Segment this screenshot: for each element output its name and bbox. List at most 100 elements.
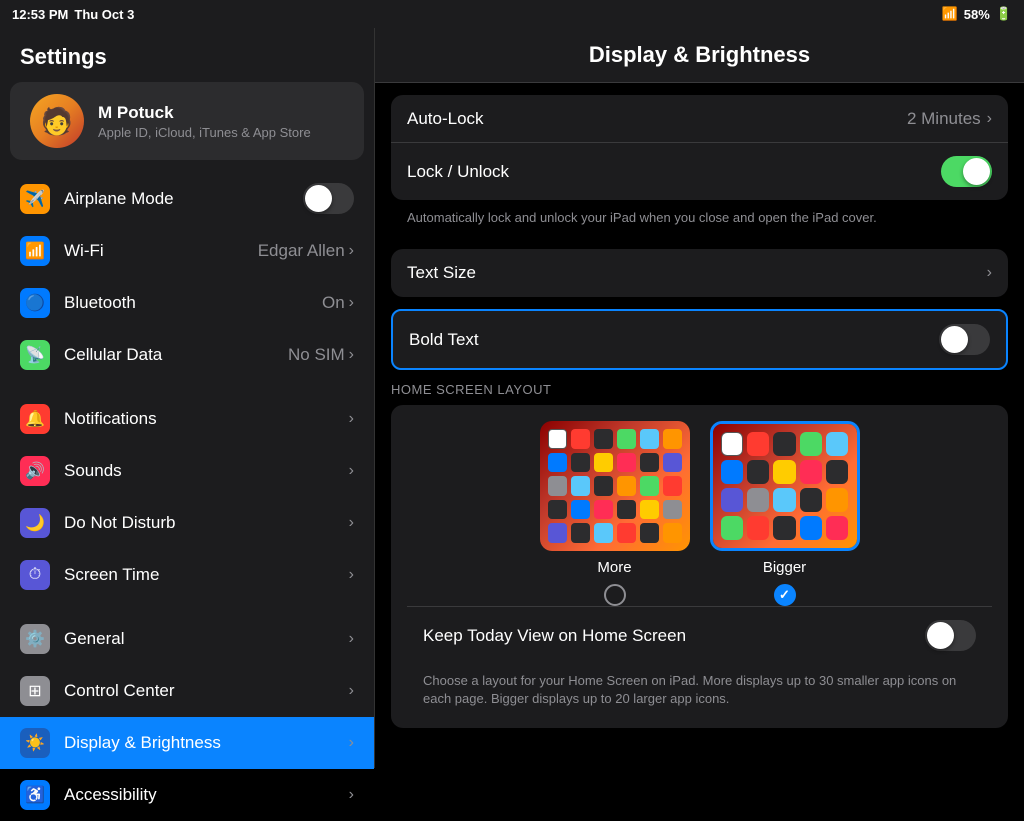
profile-info: M Potuck Apple ID, iCloud, iTunes & App … — [98, 103, 311, 140]
sidebar-item-sounds[interactable]: 🔊 Sounds › — [0, 445, 374, 497]
profile-section[interactable]: 🧑 M Potuck Apple ID, iCloud, iTunes & Ap… — [10, 82, 364, 160]
sidebar-item-general[interactable]: ⚙️ General › — [0, 613, 374, 665]
layout-preview-bigger — [710, 421, 860, 551]
chevron-icon-textsize: › — [987, 264, 992, 282]
status-left: 12:53 PM Thu Oct 3 — [12, 7, 134, 22]
chevron-icon-bluetooth: › — [349, 294, 354, 312]
layout-icons-bigger — [713, 424, 857, 548]
sidebar-item-value-cellular: No SIM — [288, 345, 345, 365]
battery-icon: 🔋 — [996, 6, 1012, 22]
textsize-row[interactable]: Text Size › — [391, 249, 1008, 297]
keep-today-toggle-knob — [927, 622, 954, 649]
sidebar-section-notifications: 🔔 Notifications › 🔊 Sounds › 🌙 Do Not Di… — [0, 393, 374, 601]
chevron-icon-autolock: › — [987, 110, 992, 128]
layout-option-more[interactable]: More — [540, 421, 690, 606]
sidebar-item-label-wifi: Wi-Fi — [64, 241, 258, 261]
boldtext-label: Bold Text — [409, 330, 939, 350]
sidebar-item-label-cellular: Cellular Data — [64, 345, 288, 365]
sidebar-item-value-wifi: Edgar Allen — [258, 241, 345, 261]
main-content: Display & Brightness Auto-Lock 2 Minutes… — [375, 0, 1024, 768]
layout-preview-more — [540, 421, 690, 551]
keep-today-toggle[interactable] — [925, 620, 976, 651]
home-screen-section-label: HOME SCREEN LAYOUT — [375, 382, 1024, 405]
layout-options: More Bigger — [407, 421, 992, 606]
status-right: 📶 58% 🔋 — [942, 6, 1012, 22]
content-area: Auto-Lock 2 Minutes › Lock / Unlock Auto… — [375, 95, 1024, 728]
sidebar-item-bluetooth[interactable]: 🔵 Bluetooth On › — [0, 277, 374, 329]
sidebar-item-label-airplane: Airplane Mode — [64, 189, 303, 209]
textsize-group: Text Size › — [391, 249, 1008, 297]
layout-label-bigger: Bigger — [763, 559, 806, 576]
time: 12:53 PM — [12, 7, 68, 22]
autolock-label: Auto-Lock — [407, 109, 907, 129]
chevron-icon-screentime: › — [349, 566, 354, 584]
lockunlock-note: Automatically lock and unlock your iPad … — [391, 204, 1008, 237]
sidebar-item-controlcenter[interactable]: ⊞ Control Center › — [0, 665, 374, 717]
lockunlock-toggle[interactable] — [941, 156, 992, 187]
chevron-icon-donotdisturb: › — [349, 514, 354, 532]
sidebar-item-airplane[interactable]: ✈️ Airplane Mode — [0, 172, 374, 225]
layout-radio-bigger[interactable] — [774, 584, 796, 606]
lockunlock-label: Lock / Unlock — [407, 162, 941, 182]
autolock-row[interactable]: Auto-Lock 2 Minutes › — [391, 95, 1008, 143]
keep-today-view-row[interactable]: Keep Today View on Home Screen — [407, 606, 992, 664]
layout-label-more: More — [597, 559, 631, 576]
battery-label: 58% — [964, 7, 990, 22]
sidebar-item-wifi[interactable]: 📶 Wi-Fi Edgar Allen › — [0, 225, 374, 277]
date: Thu Oct 3 — [74, 7, 134, 22]
airplane-toggle[interactable] — [303, 183, 354, 214]
layout-icons-more — [540, 421, 690, 551]
sidebar-item-notifications[interactable]: 🔔 Notifications › — [0, 393, 374, 445]
sidebar-item-label-sounds: Sounds — [64, 461, 349, 481]
wifi-icon: 📶 — [20, 236, 50, 266]
sidebar-item-donotdisturb[interactable]: 🌙 Do Not Disturb › — [0, 497, 374, 549]
general-icon: ⚙️ — [20, 624, 50, 654]
airplane-toggle-knob — [305, 185, 332, 212]
chevron-icon-accessibility: › — [349, 786, 354, 804]
avatar: 🧑 — [30, 94, 84, 148]
sidebar-item-label-notifications: Notifications — [64, 409, 349, 429]
layout-radio-more[interactable] — [604, 584, 626, 606]
boldtext-row[interactable]: Bold Text — [391, 309, 1008, 370]
sidebar-item-accessibility[interactable]: ♿ Accessibility › — [0, 769, 374, 821]
main-title: Display & Brightness — [589, 42, 810, 67]
layout-option-bigger[interactable]: Bigger — [710, 421, 860, 606]
autolock-group: Auto-Lock 2 Minutes › Lock / Unlock — [391, 95, 1008, 200]
lockunlock-row[interactable]: Lock / Unlock — [391, 143, 1008, 200]
sidebar-item-display[interactable]: ☀️ Display & Brightness › — [0, 717, 374, 769]
chevron-icon-general: › — [349, 630, 354, 648]
sidebar-section-system: ⚙️ General › ⊞ Control Center › ☀️ Displ… — [0, 613, 374, 821]
sidebar-item-label-accessibility: Accessibility — [64, 785, 349, 805]
sidebar-item-cellular[interactable]: 📡 Cellular Data No SIM › — [0, 329, 374, 381]
display-icon: ☀️ — [20, 728, 50, 758]
wifi-icon: 📶 — [942, 6, 958, 22]
chevron-icon-cellular: › — [349, 346, 354, 364]
sidebar-item-screentime[interactable]: ⏱ Screen Time › — [0, 549, 374, 601]
status-bar: 12:53 PM Thu Oct 3 📶 58% 🔋 — [0, 0, 1024, 28]
sidebar-item-value-bluetooth: On — [322, 293, 345, 313]
boldtext-toggle[interactable] — [939, 324, 990, 355]
chevron-icon-sounds: › — [349, 462, 354, 480]
chevron-icon-notifications: › — [349, 410, 354, 428]
sidebar-item-label-bluetooth: Bluetooth — [64, 293, 322, 313]
sidebar-title: Settings — [0, 28, 374, 82]
layout-note: Choose a layout for your Home Screen on … — [407, 664, 992, 712]
main-header: Display & Brightness — [375, 28, 1024, 83]
sidebar-item-label-screentime: Screen Time — [64, 565, 349, 585]
sounds-icon: 🔊 — [20, 456, 50, 486]
profile-subtitle: Apple ID, iCloud, iTunes & App Store — [98, 125, 311, 140]
chevron-icon-controlcenter: › — [349, 682, 354, 700]
accessibility-icon: ♿ — [20, 780, 50, 810]
sidebar: Settings 🧑 M Potuck Apple ID, iCloud, iT… — [0, 0, 375, 768]
lockunlock-toggle-knob — [963, 158, 990, 185]
boldtext-toggle-knob — [941, 326, 968, 353]
home-layout-section: More Bigger — [391, 405, 1008, 728]
chevron-icon-wifi: › — [349, 242, 354, 260]
cellular-icon: 📡 — [20, 340, 50, 370]
sidebar-item-label-general: General — [64, 629, 349, 649]
sidebar-item-label-display: Display & Brightness — [64, 733, 349, 753]
keep-today-view-label: Keep Today View on Home Screen — [423, 626, 925, 646]
donotdisturb-icon: 🌙 — [20, 508, 50, 538]
chevron-icon-display: › — [349, 734, 354, 752]
sidebar-section-connectivity: ✈️ Airplane Mode 📶 Wi-Fi Edgar Allen › 🔵… — [0, 172, 374, 381]
